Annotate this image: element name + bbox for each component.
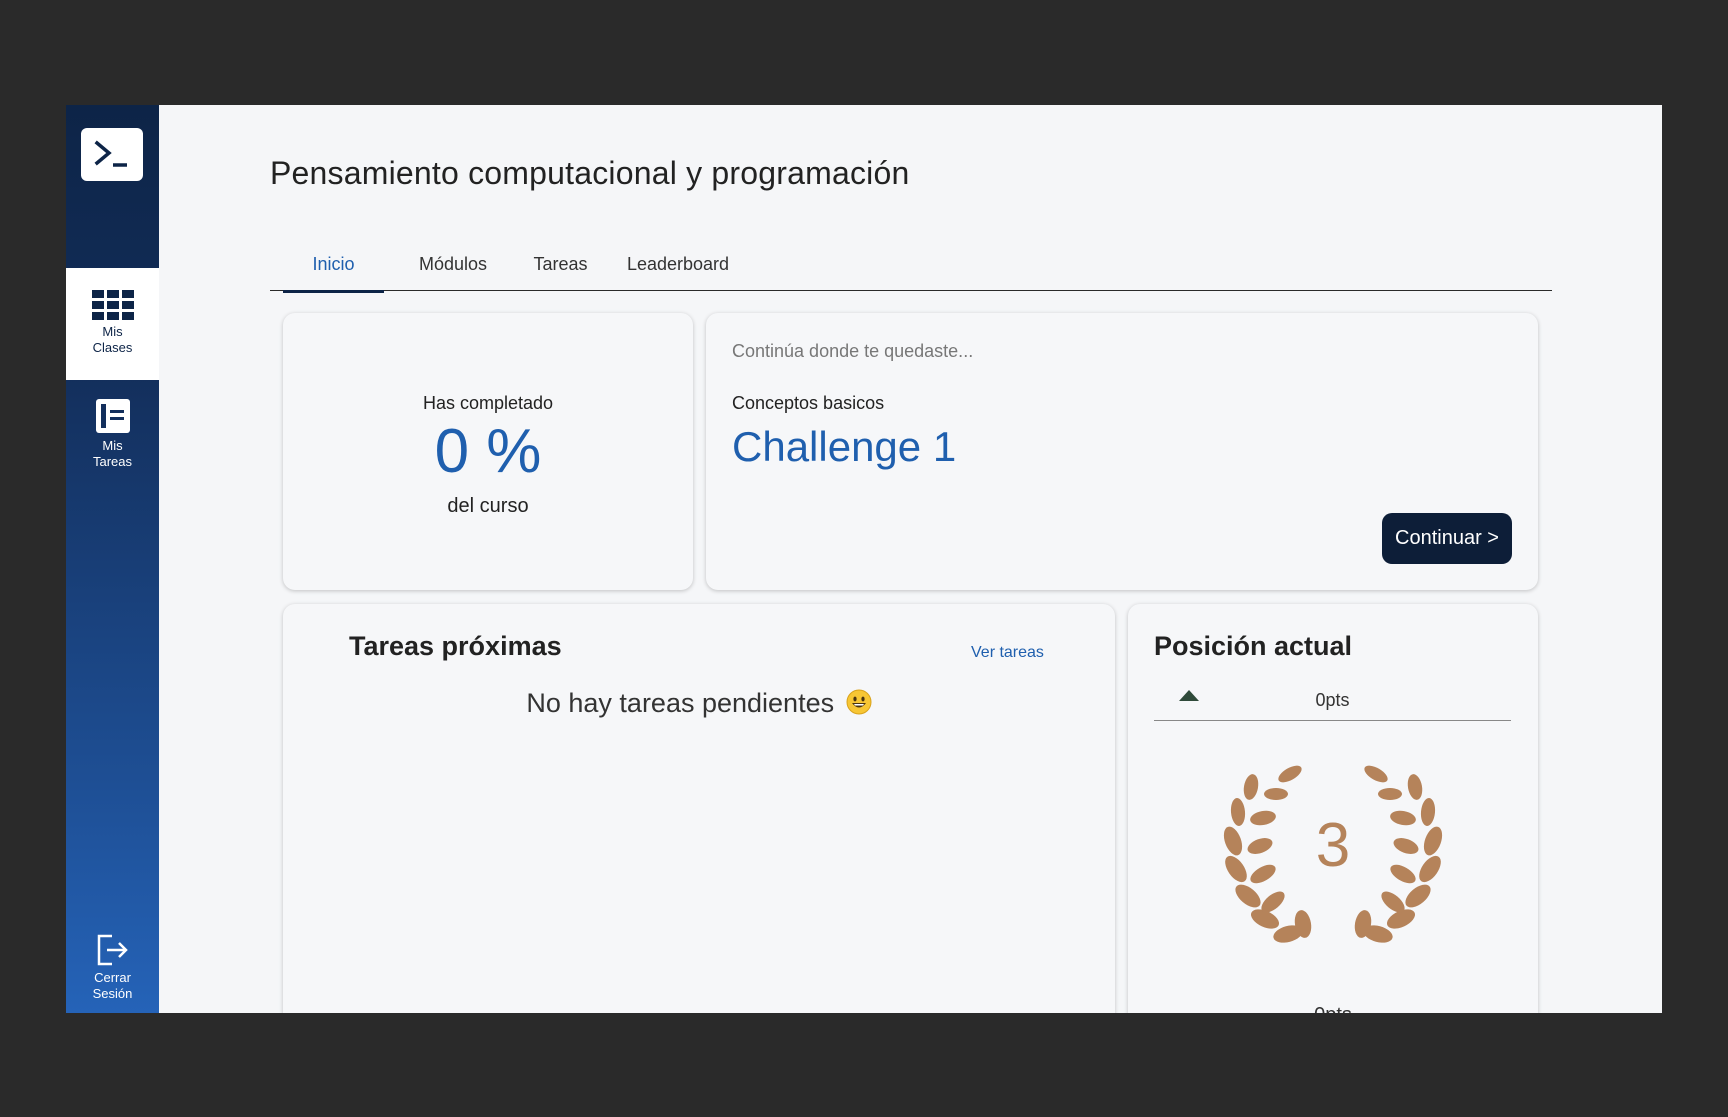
smile-emoji-icon [846,689,872,722]
continue-button[interactable]: Continuar > [1382,513,1512,564]
progress-value: 0 % [434,417,542,486]
logout-icon [97,934,128,966]
app-window: Mis Clases Mis Tareas Cerrar Sesión Pens… [66,105,1662,1013]
sidebar-item-label: Mis Tareas [92,438,133,469]
module-name: Conceptos basicos [732,393,885,413]
view-tasks-link[interactable]: Ver tareas [971,644,1044,662]
position-card: Posición actual 0pts 3 [1128,604,1538,1013]
position-title: Posición actual [1154,631,1353,661]
laurel-wreath-icon: 3 [1223,765,1443,943]
grid-icon [91,290,134,320]
sidebar: Mis Clases Mis Tareas Cerrar Sesión [66,105,159,1013]
notebook-icon [95,399,130,433]
progress-caption: Has completado [422,393,554,413]
app-logo[interactable] [81,128,143,181]
challenge-name[interactable]: Challenge 1 [732,423,956,471]
tab-modulos[interactable]: Módulos [398,244,508,291]
sidebar-item-label: Mis Clases [92,324,133,355]
upcoming-tasks-card: Tareas próximas Ver tareas No hay tareas… [283,604,1115,1013]
sidebar-item-mis-tareas[interactable]: Mis Tareas [66,386,159,476]
course-tabs: Inicio Módulos Tareas Leaderboard [270,244,1552,293]
terminal-icon [94,140,127,167]
continue-hint: Continúa donde te quedaste... [732,341,974,361]
rank-number: 3 [1316,811,1350,880]
position-bottom-points: 0pts [1128,1004,1538,1013]
page-title: Pensamiento computacional y programación [270,155,910,191]
upcoming-tasks-title: Tareas próximas [349,631,562,661]
tab-inicio[interactable]: Inicio [283,244,384,293]
empty-tasks-message: No hay tareas pendientes [283,688,1115,722]
continue-card: Continúa donde te quedaste... Conceptos … [706,313,1538,590]
sidebar-item-mis-clases[interactable]: Mis Clases [66,268,159,380]
progress-suffix: del curso [447,495,529,517]
empty-tasks-text: No hay tareas pendientes [526,688,835,718]
position-points: 0pts [1315,690,1350,710]
tab-leaderboard[interactable]: Leaderboard [614,244,742,291]
tab-tareas[interactable]: Tareas [523,244,598,291]
progress-card: Has completado 0 % del curso [283,313,693,590]
logout-label: Cerrar Sesión [92,970,133,1001]
position-summary-row: 0pts [1154,677,1511,721]
logout-button[interactable]: Cerrar Sesión [66,928,159,1008]
